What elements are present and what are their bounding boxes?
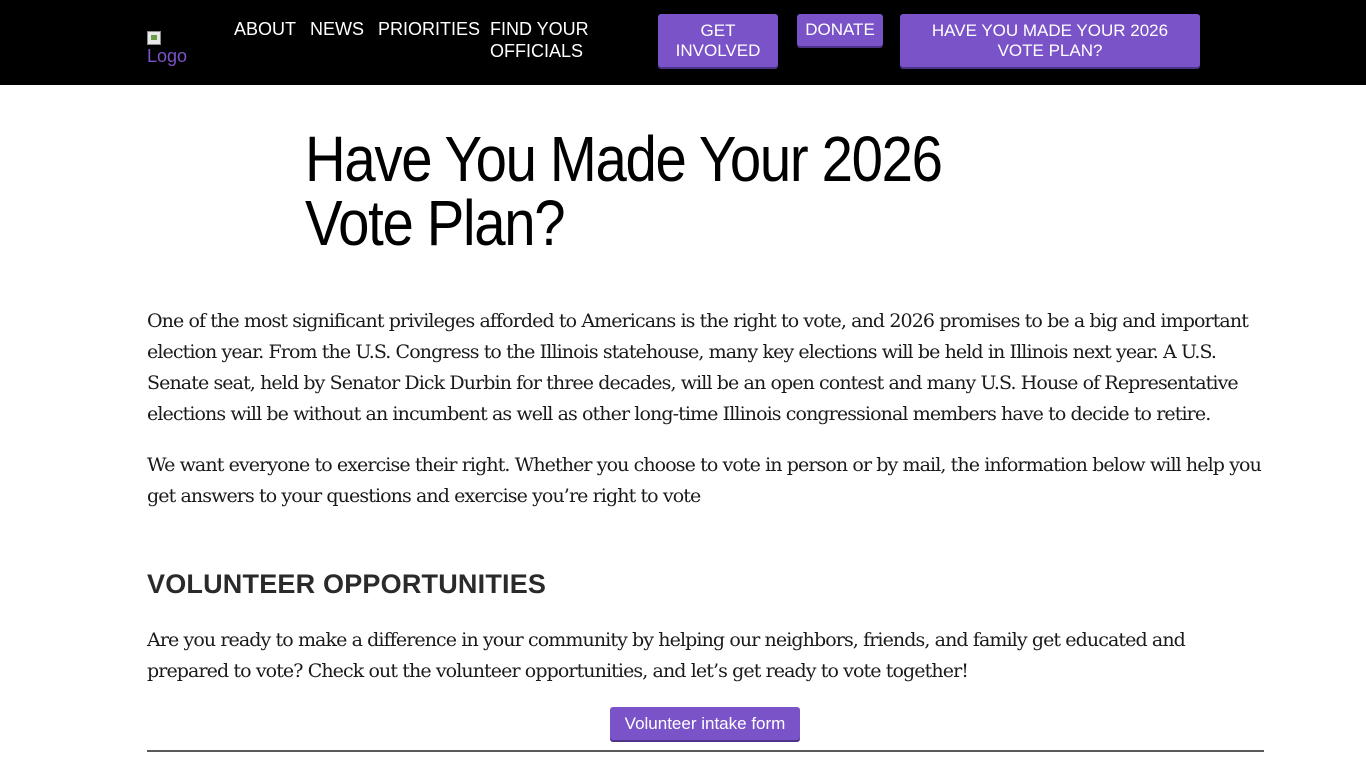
vote-plan-button[interactable]: HAVE YOU MADE YOUR 2026 VOTE PLAN? — [900, 14, 1200, 67]
nav-about[interactable]: ABOUT — [234, 18, 296, 40]
intro-paragraph: One of the most significant privileges a… — [147, 310, 1249, 425]
nav-news[interactable]: NEWS — [310, 18, 364, 40]
volunteer-intake-form-button[interactable]: Volunteer intake form — [610, 707, 800, 740]
site-header: Logo ABOUT NEWS PRIORITIES FIND YOUR OFF… — [0, 0, 1366, 85]
section-divider — [147, 750, 1264, 752]
broken-image-icon — [147, 31, 161, 45]
logo-alt-text: Logo — [147, 46, 188, 66]
page-title: Have You Made Your 2026 Vote Plan? — [305, 123, 943, 259]
get-involved-button[interactable]: GET INVOLVED — [658, 14, 778, 67]
intro-paragraph: We want everyone to exercise their right… — [147, 454, 1262, 507]
volunteer-heading: VOLUNTEER OPPORTUNITIES — [147, 569, 547, 599]
nav-find-your-officials[interactable]: FIND YOUR OFFICIALS — [490, 18, 600, 62]
nav-priorities[interactable]: PRIORITIES — [378, 18, 480, 40]
logo[interactable]: Logo — [147, 31, 189, 67]
volunteer-paragraph: Are you ready to make a difference in yo… — [147, 629, 1186, 682]
donate-button[interactable]: DONATE — [797, 14, 883, 46]
